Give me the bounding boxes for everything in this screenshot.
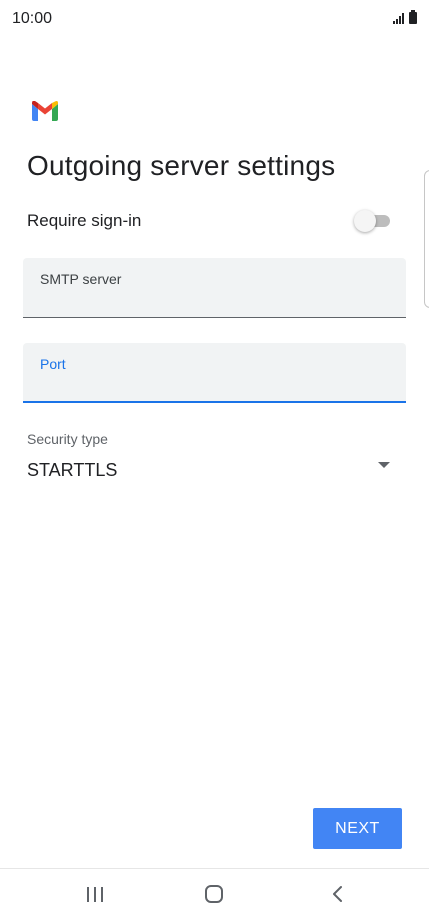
port-label: Port <box>40 356 66 372</box>
back-icon[interactable] <box>328 884 348 904</box>
require-signin-row[interactable]: Require sign-in <box>27 208 397 234</box>
page-title: Outgoing server settings <box>27 150 336 181</box>
port-input[interactable] <box>40 375 390 397</box>
gmail-logo <box>32 101 58 121</box>
recents-icon[interactable] <box>87 887 103 902</box>
status-icons <box>393 10 417 24</box>
smtp-server-label: SMTP server <box>40 271 122 287</box>
smtp-server-field[interactable]: SMTP server <box>23 258 406 318</box>
status-time: 10:00 <box>12 10 53 27</box>
edge-panel-handle[interactable] <box>424 170 429 308</box>
signal-icon <box>393 12 404 24</box>
require-signin-label: Require sign-in <box>27 211 142 230</box>
navigation-bar <box>0 868 429 922</box>
toggle-thumb <box>354 210 376 232</box>
security-type-label: Security type <box>27 431 108 447</box>
dropdown-arrow-icon <box>378 462 390 468</box>
battery-icon <box>409 10 417 24</box>
smtp-server-input[interactable] <box>40 290 390 312</box>
security-type-dropdown[interactable]: STARTTLS <box>27 455 397 487</box>
next-button[interactable]: NEXT <box>313 808 402 849</box>
security-type-value: STARTTLS <box>27 460 118 480</box>
require-signin-toggle[interactable] <box>354 210 390 232</box>
port-field[interactable]: Port <box>23 343 406 403</box>
home-icon[interactable] <box>205 885 223 903</box>
status-bar: 10:00 <box>0 0 429 36</box>
